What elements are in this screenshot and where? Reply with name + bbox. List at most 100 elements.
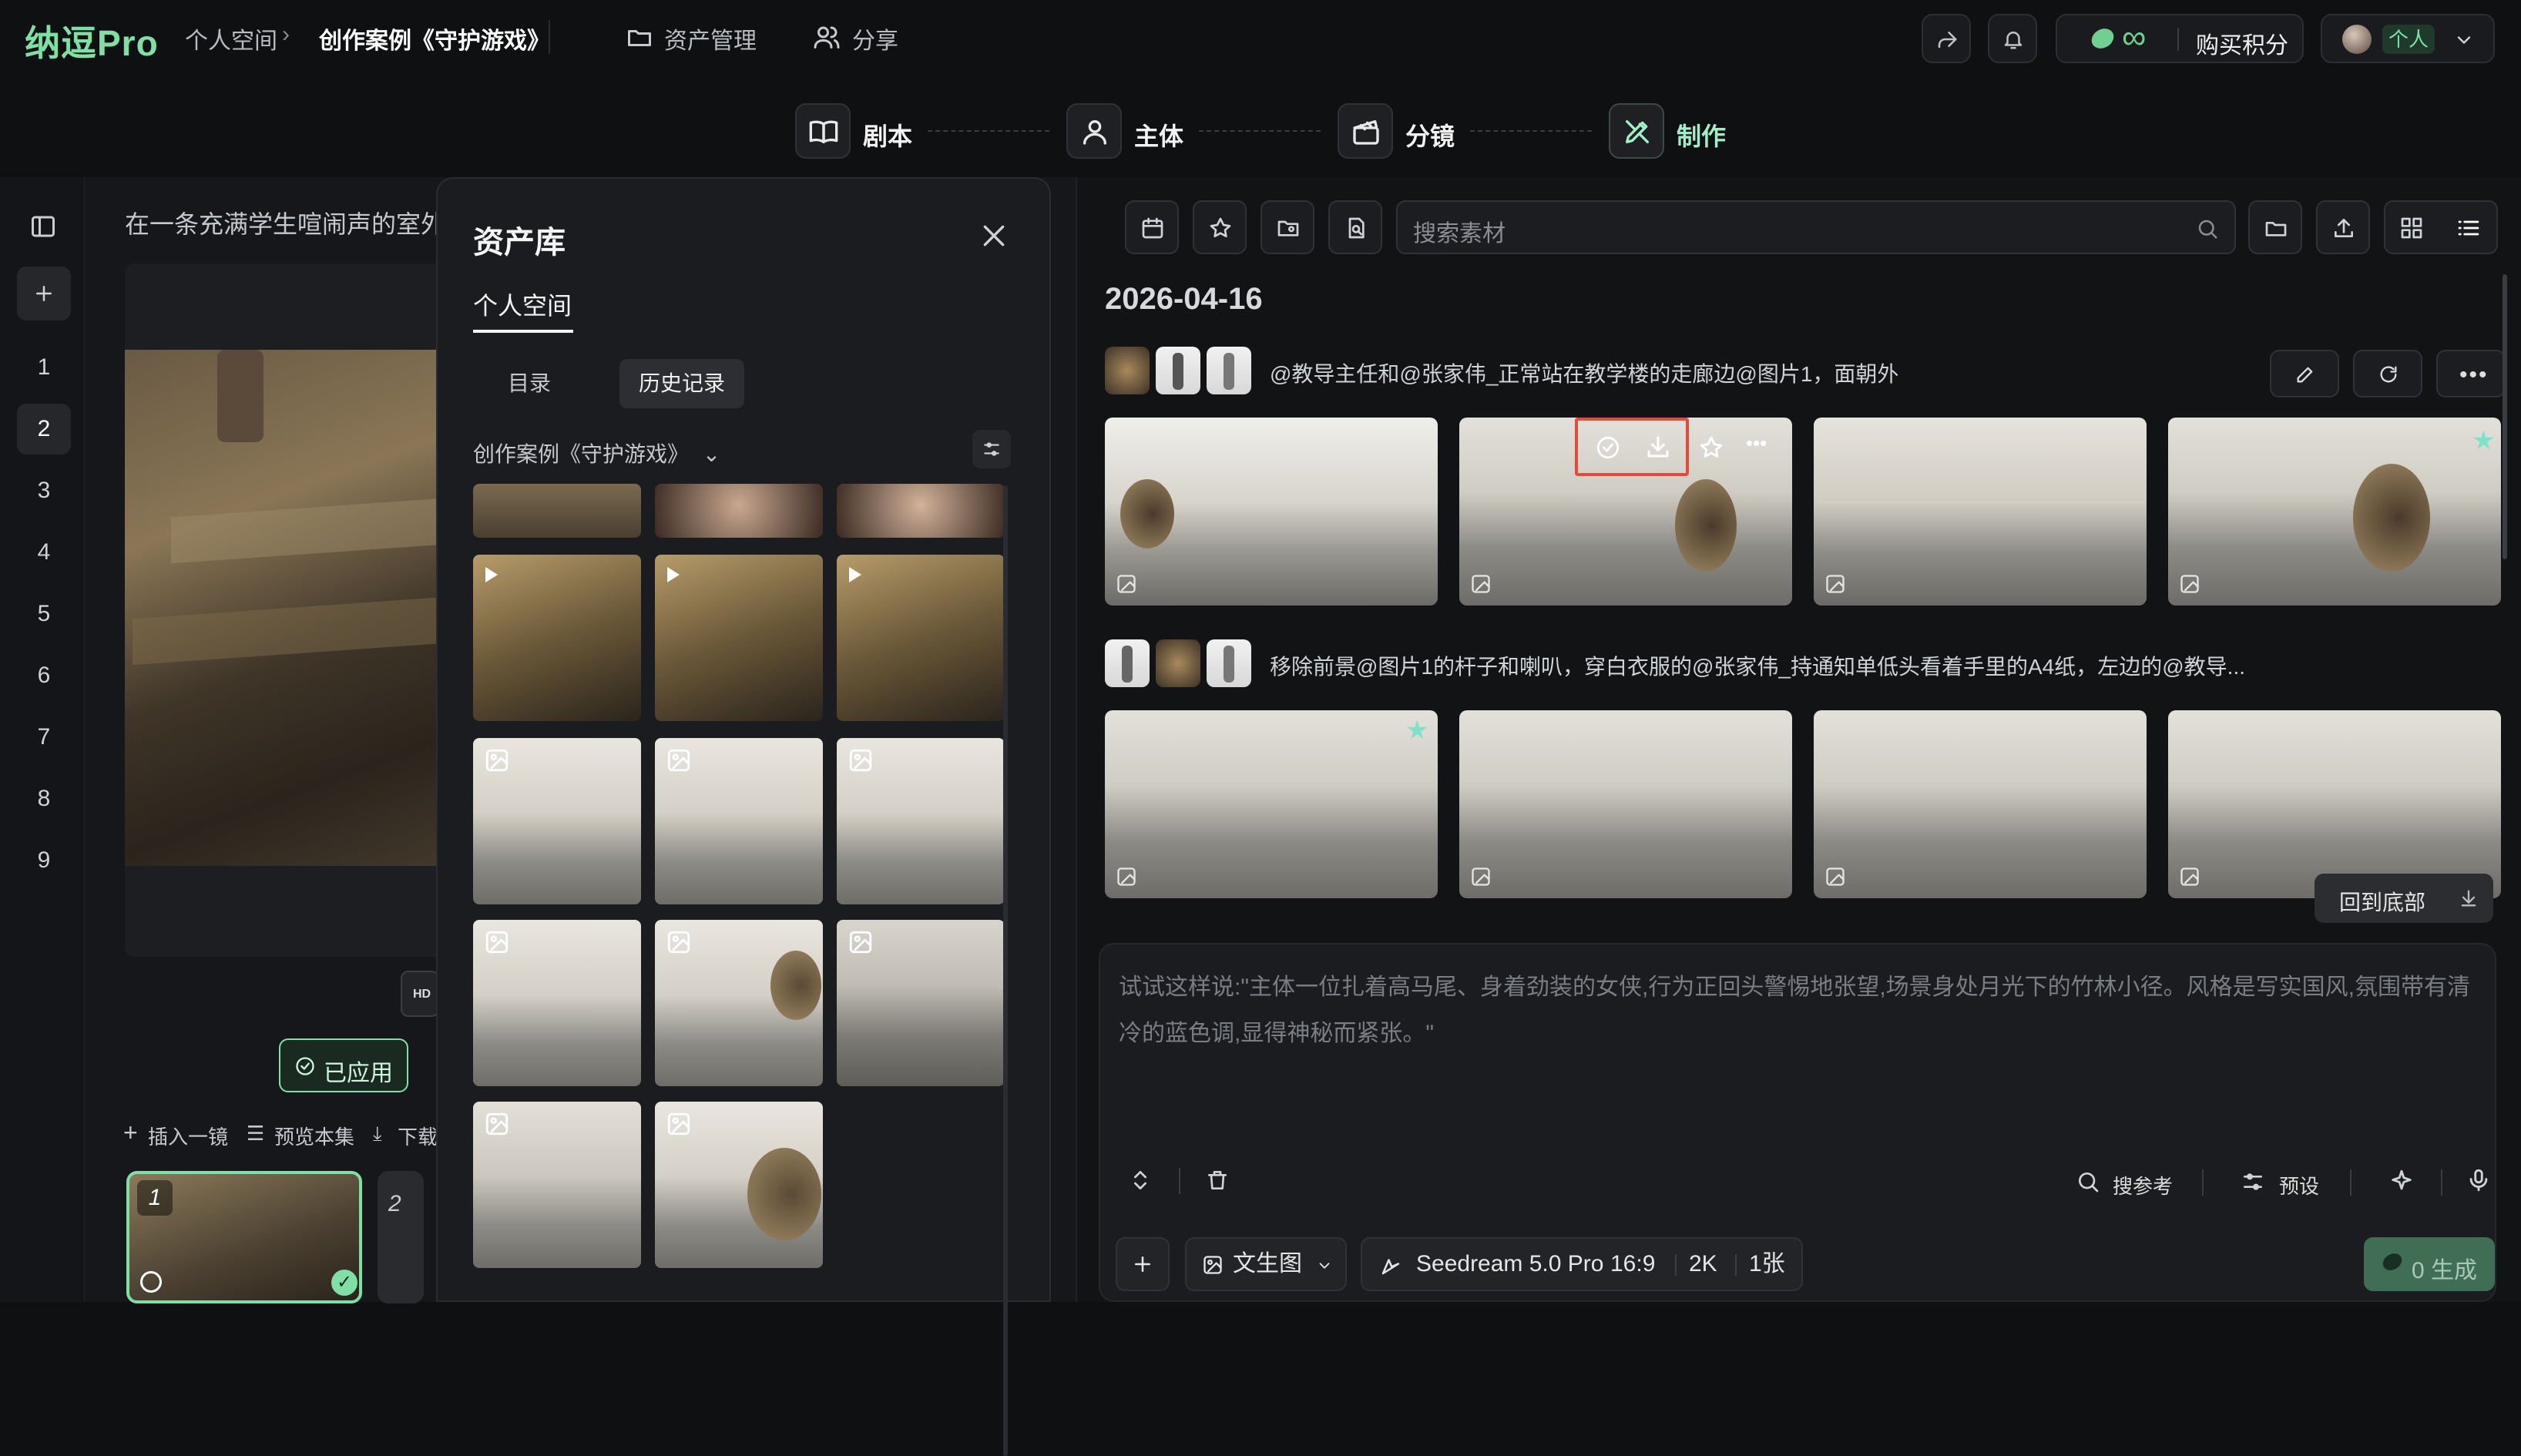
favorite-star-icon[interactable]: ★ — [2472, 425, 2495, 456]
image-thumb[interactable] — [837, 920, 1005, 1086]
shot-thumbnail-2[interactable]: 2 — [378, 1171, 424, 1303]
more-button[interactable]: ••• — [2436, 350, 2506, 398]
share-button[interactable] — [1922, 14, 1971, 63]
reference-thumb[interactable] — [1156, 639, 1200, 687]
file-search-button[interactable] — [1328, 200, 1382, 254]
filter-button[interactable] — [972, 430, 1011, 468]
back-to-bottom-button[interactable]: 回到底部 — [2315, 874, 2493, 923]
buy-credits-button[interactable]: 购买积分 — [2179, 26, 2305, 60]
shot-number[interactable]: 5 — [17, 589, 71, 639]
scrollbar[interactable] — [1003, 485, 1008, 1456]
shot-number[interactable]: 3 — [17, 465, 71, 516]
result-image[interactable]: ★ — [2168, 418, 2501, 606]
image-thumb[interactable] — [655, 920, 823, 1086]
users-icon — [812, 23, 841, 51]
view-toggle[interactable] — [2384, 200, 2498, 254]
breadcrumb-space[interactable]: 个人空间 — [185, 22, 277, 55]
result-image[interactable] — [1105, 418, 1438, 606]
favorites-off-button[interactable] — [1193, 200, 1247, 254]
image-icon — [666, 747, 692, 773]
sparkle-icon[interactable] — [2388, 1168, 2415, 1194]
regenerate-button[interactable] — [2353, 350, 2422, 398]
image-thumb[interactable] — [473, 920, 641, 1086]
close-icon[interactable] — [979, 220, 1009, 251]
image-thumb[interactable] — [473, 738, 641, 904]
shot-number[interactable]: 9 — [17, 835, 71, 886]
generate-button[interactable]: 0 生成 — [2364, 1237, 2495, 1291]
edit-button[interactable] — [2270, 350, 2339, 398]
model-settings-selector[interactable]: Seedream 5.0 Pro 16:9 2K 1张 — [1361, 1237, 1803, 1291]
shot-number[interactable]: 1 — [17, 342, 71, 393]
reference-thumb[interactable] — [1105, 347, 1150, 394]
shot-number[interactable]: 7 — [17, 712, 71, 763]
folder-name: 创作案例《守护游戏》 — [473, 442, 690, 466]
user-menu[interactable]: 个人 — [2321, 14, 2495, 63]
result-image[interactable] — [1459, 710, 1792, 898]
add-attachment-button[interactable] — [1116, 1237, 1170, 1291]
video-thumb[interactable] — [837, 555, 1005, 721]
asset-thumb[interactable] — [655, 484, 823, 538]
subtab-history[interactable]: 历史记录 — [619, 359, 744, 408]
tab-personal-space[interactable]: 个人空间 — [473, 287, 572, 322]
microphone-icon[interactable] — [2466, 1166, 2492, 1194]
step-production[interactable]: 制作 — [1609, 103, 1755, 159]
image-thumb[interactable] — [837, 738, 1005, 904]
check-circle-icon[interactable] — [1595, 434, 1621, 461]
reference-thumb[interactable] — [1207, 347, 1251, 394]
star-icon[interactable] — [1698, 434, 1724, 461]
upload-button[interactable] — [2316, 200, 2370, 254]
shot-description[interactable]: 在一条充满学生喧闹声的室外 — [125, 205, 445, 240]
more-icon: ••• — [2459, 362, 2489, 387]
folder-selector[interactable]: 创作案例《守护游戏》 ⌄ — [473, 438, 720, 468]
more-icon[interactable]: ••• — [1746, 431, 1767, 455]
result-image[interactable]: ••• — [1459, 418, 1792, 606]
result-image[interactable] — [2168, 710, 2501, 898]
expand-icon[interactable] — [1128, 1168, 1153, 1193]
list-view-icon[interactable] — [2456, 216, 2481, 240]
image-thumb[interactable] — [473, 1102, 641, 1268]
sidebar-toggle-icon[interactable] — [29, 213, 57, 240]
notification-button[interactable] — [1988, 14, 2037, 63]
step-storyboard[interactable]: 分镜 — [1338, 103, 1484, 159]
step-subject[interactable]: 主体 — [1066, 103, 1213, 159]
reference-thumb[interactable] — [1156, 347, 1200, 394]
open-folder-button[interactable] — [2248, 200, 2302, 254]
image-thumb[interactable] — [655, 1102, 823, 1268]
result-image[interactable] — [1814, 710, 2147, 898]
subtab-catalog[interactable]: 目录 — [473, 359, 586, 408]
video-thumb[interactable] — [473, 555, 641, 721]
shot-number[interactable]: 6 — [17, 650, 71, 701]
step-script[interactable]: 剧本 — [795, 103, 942, 159]
check-circle-icon — [294, 1055, 316, 1077]
result-image[interactable] — [1814, 418, 2147, 606]
favorite-star-icon[interactable]: ★ — [1405, 715, 1428, 746]
prompt-input[interactable]: 试试这样说:"主体一位扎着高马尾、身着劲装的女侠,行为正回头警惕地张望,场景身处… — [1119, 965, 2482, 1057]
video-thumb[interactable] — [655, 555, 823, 721]
app-logo[interactable]: 纳逗Pro — [25, 15, 159, 66]
scrollbar[interactable] — [2503, 274, 2507, 559]
reference-thumb[interactable] — [1105, 639, 1150, 687]
applied-button[interactable]: 已应用 — [279, 1038, 408, 1092]
hd-button[interactable]: HD — [401, 971, 439, 1017]
result-image[interactable]: ★ — [1105, 710, 1438, 898]
search-input[interactable]: 搜索素材 — [1396, 200, 2236, 254]
reference-thumb[interactable] — [1207, 639, 1251, 687]
trash-icon[interactable] — [1205, 1168, 1230, 1193]
asset-thumb[interactable] — [473, 484, 641, 538]
shot-thumbnail-1[interactable]: 1 ✓ — [126, 1171, 362, 1303]
image-thumb[interactable] — [655, 738, 823, 904]
shot-number[interactable]: 8 — [17, 773, 71, 824]
shot-number[interactable]: 2 — [17, 404, 71, 455]
grid-view-icon[interactable] — [2399, 216, 2424, 240]
shot-number[interactable]: 4 — [17, 527, 71, 578]
breadcrumb-project[interactable]: 创作案例《守护游戏》 — [319, 22, 550, 55]
step-connector — [1199, 130, 1321, 132]
calendar-button[interactable] — [1125, 200, 1179, 254]
count-value: 1张 — [1749, 1251, 1785, 1277]
asset-thumb[interactable] — [837, 484, 1005, 538]
image-icon — [666, 1111, 692, 1137]
add-shot-button[interactable] — [17, 267, 71, 320]
folder-user-button[interactable] — [1260, 200, 1314, 254]
download-icon[interactable] — [1644, 433, 1672, 461]
mode-selector[interactable]: 文生图 — [1185, 1237, 1347, 1291]
